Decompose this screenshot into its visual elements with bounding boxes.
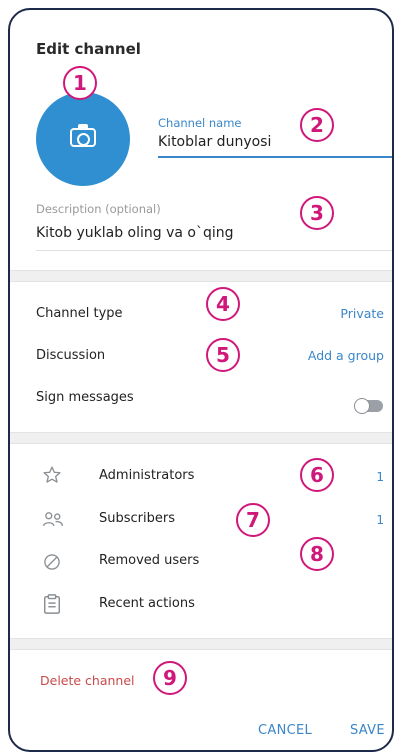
- callout-badge-5: 5: [206, 338, 240, 372]
- callout-badge-1: 1: [63, 66, 97, 100]
- toggle-knob: [354, 398, 370, 414]
- description-input[interactable]: Kitob yuklab oling va o`qing: [36, 225, 234, 241]
- clipboard-icon: [44, 594, 60, 614]
- callout-badge-7: 7: [236, 503, 270, 537]
- callout-badge-9: 9: [153, 661, 187, 695]
- sign-messages-toggle[interactable]: [354, 398, 383, 414]
- add-group-link[interactable]: Add a group: [308, 348, 384, 363]
- page-title: Edit channel: [36, 40, 141, 58]
- channel-name-underline: [158, 156, 392, 158]
- section-divider: [10, 638, 392, 650]
- edit-channel-panel: Edit channel Channel name Kitoblar dunyo…: [8, 8, 394, 752]
- sign-messages-label: Sign messages: [36, 390, 134, 405]
- delete-channel-button[interactable]: Delete channel: [40, 673, 135, 688]
- administrators-item[interactable]: Administrators: [99, 468, 194, 483]
- section-divider: [10, 432, 392, 444]
- callout-badge-3: 3: [300, 196, 334, 230]
- discussion-label: Discussion: [36, 348, 106, 363]
- subscribers-item[interactable]: Subscribers: [99, 511, 175, 526]
- people-icon: [43, 512, 63, 527]
- channel-name-label: Channel name: [158, 116, 242, 130]
- callout-badge-2: 2: [300, 108, 334, 142]
- description-underline: [36, 250, 392, 251]
- subscribers-count: 1: [376, 513, 384, 527]
- section-divider: [10, 270, 392, 282]
- star-icon: [43, 466, 61, 483]
- channel-name-input[interactable]: Kitoblar dunyosi: [158, 134, 271, 150]
- channel-type-value[interactable]: Private: [340, 306, 384, 321]
- camera-icon: [70, 124, 96, 147]
- description-label: Description (optional): [36, 202, 161, 216]
- save-button[interactable]: SAVE: [350, 723, 385, 738]
- administrators-count: 1: [376, 470, 384, 484]
- cancel-button[interactable]: CANCEL: [258, 723, 312, 738]
- recent-actions-item[interactable]: Recent actions: [99, 596, 195, 611]
- callout-badge-8: 8: [300, 537, 334, 571]
- callout-badge-6: 6: [300, 458, 334, 492]
- block-icon: [44, 554, 60, 570]
- removed-users-item[interactable]: Removed users: [99, 553, 199, 568]
- callout-badge-4: 4: [206, 287, 240, 321]
- channel-avatar-button[interactable]: [36, 92, 130, 186]
- channel-type-label: Channel type: [36, 306, 123, 321]
